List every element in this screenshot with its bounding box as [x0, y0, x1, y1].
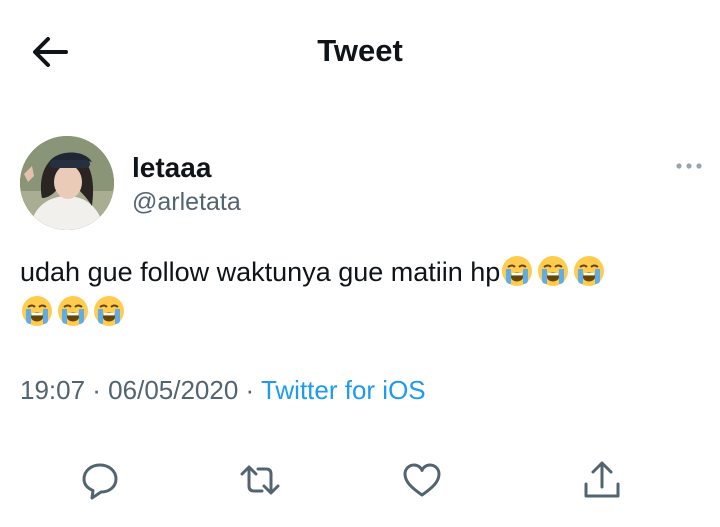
more-dots-icon [676, 163, 702, 169]
tweet-source-link[interactable]: Twitter for iOS [261, 375, 426, 405]
share-upload-icon [584, 461, 620, 498]
heart-icon [403, 463, 441, 497]
loudly-crying-face-icon [538, 256, 569, 286]
tweet-author: letaaa @arletata [20, 136, 710, 236]
reply-button[interactable] [78, 458, 122, 502]
loudly-crying-face-icon [94, 296, 124, 326]
loudly-crying-face-icon [574, 256, 605, 286]
loudly-crying-face-icon [58, 296, 88, 326]
tweet-timestamp[interactable]: 19:07 · 06/05/2020 · [20, 375, 261, 405]
retweet-arrows-icon [240, 465, 280, 495]
share-button[interactable] [580, 458, 624, 502]
emoji-group-1 [500, 256, 608, 287]
emoji-group-2 [20, 296, 128, 327]
profile-photo [20, 136, 114, 230]
loudly-crying-face-icon [502, 256, 533, 286]
like-button[interactable] [400, 458, 444, 502]
author-display-name[interactable]: letaaa [132, 152, 211, 184]
speech-bubble-icon [82, 463, 118, 500]
avatar[interactable] [20, 136, 114, 230]
tweet-actions [0, 458, 720, 510]
loudly-crying-face-icon [22, 296, 52, 326]
tweet-text: udah gue follow waktunya gue matiin hp [20, 252, 710, 332]
tweet-meta: 19:07 · 06/05/2020 · Twitter for iOS [20, 375, 426, 406]
page-title: Tweet [317, 33, 403, 68]
retweet-button[interactable] [238, 458, 282, 502]
tweet-text-content: udah gue follow waktunya gue matiin hp [20, 257, 501, 287]
tweet-header: Tweet [0, 0, 720, 105]
author-handle[interactable]: @arletata [132, 188, 241, 217]
more-options-button[interactable] [674, 158, 704, 174]
